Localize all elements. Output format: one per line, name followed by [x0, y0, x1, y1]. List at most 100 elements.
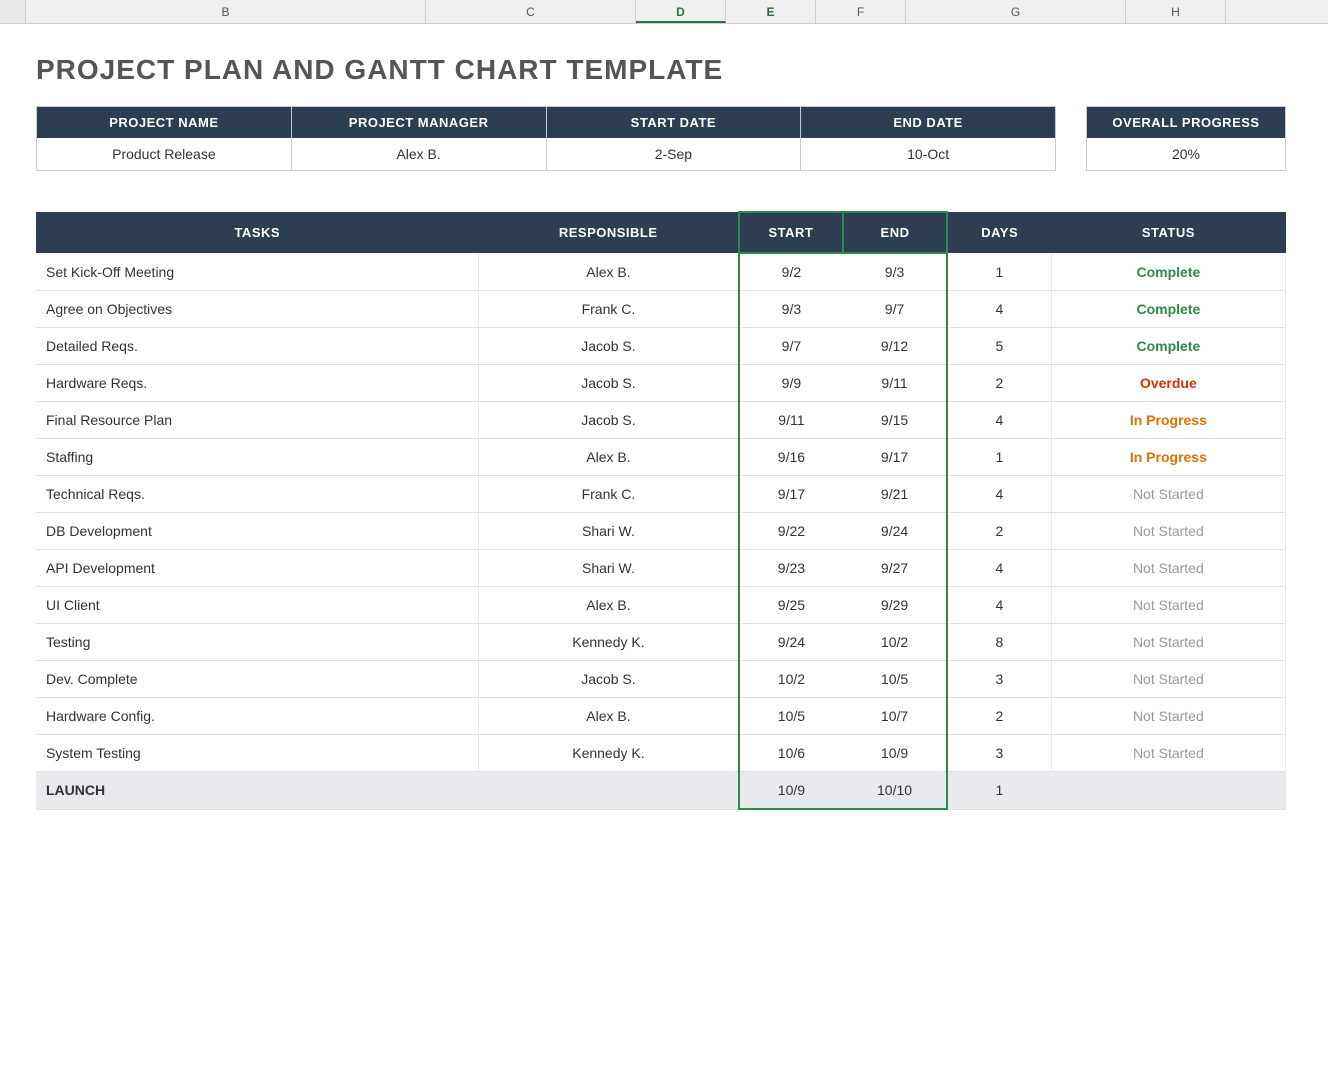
task-responsible: Alex B. — [479, 587, 739, 624]
status-badge: Not Started — [1133, 745, 1204, 761]
status-badge: Not Started — [1133, 560, 1204, 576]
task-status: Not Started — [1051, 735, 1285, 772]
table-row: Hardware Config.Alex B.10/510/72Not Star… — [36, 698, 1286, 735]
th-tasks: TASKS — [36, 212, 479, 253]
task-days: 3 — [947, 661, 1051, 698]
task-status: In Progress — [1051, 402, 1285, 439]
task-status: Overdue — [1051, 365, 1285, 402]
task-start: 9/23 — [739, 550, 843, 587]
task-days: 1 — [947, 439, 1051, 476]
task-start: 9/3 — [739, 291, 843, 328]
status-badge: Complete — [1136, 301, 1200, 317]
task-responsible: Shari W. — [479, 513, 739, 550]
task-start: 9/16 — [739, 439, 843, 476]
th-end: END — [843, 212, 947, 253]
task-end: 9/11 — [843, 365, 947, 402]
task-days: 2 — [947, 365, 1051, 402]
task-status: Not Started — [1051, 624, 1285, 661]
task-responsible — [479, 772, 739, 810]
info-cell-value-1: Alex B. — [292, 138, 546, 170]
task-days: 4 — [947, 550, 1051, 587]
task-status: Not Started — [1051, 513, 1285, 550]
task-end: 9/7 — [843, 291, 947, 328]
col-header-e: E — [726, 0, 816, 23]
progress-value: 20% — [1087, 138, 1285, 170]
info-cell-header-3: END DATE — [801, 107, 1055, 138]
task-status: Not Started — [1051, 587, 1285, 624]
info-cell-value-2: 2-Sep — [547, 138, 801, 170]
table-row: System TestingKennedy K.10/610/93Not Sta… — [36, 735, 1286, 772]
spreadsheet-container: B C D E F G H PROJECT PLAN AND GANTT CHA… — [0, 0, 1328, 1090]
info-cell-header-0: PROJECT NAME — [37, 107, 291, 138]
table-header-row: TASKS RESPONSIBLE START END DAYS STATUS — [36, 212, 1286, 253]
col-header-c: C — [426, 0, 636, 23]
table-row: DB DevelopmentShari W.9/229/242 Not Start… — [36, 513, 1286, 550]
status-badge: Complete — [1136, 338, 1200, 354]
status-badge: Not Started — [1133, 523, 1204, 539]
col-header-b: B — [26, 0, 426, 23]
task-name: Hardware Reqs. — [36, 365, 479, 402]
task-days: 4 — [947, 476, 1051, 513]
task-status: Complete — [1051, 328, 1285, 365]
task-status: Not Started — [1051, 550, 1285, 587]
task-name: DB Development — [36, 513, 479, 550]
status-badge: In Progress — [1130, 449, 1207, 465]
task-end: 10/7 — [843, 698, 947, 735]
th-start: START — [739, 212, 843, 253]
info-cell-3: END DATE 10-Oct — [801, 107, 1055, 170]
table-row: TestingKennedy K.9/2410/28Not Started — [36, 624, 1286, 661]
task-start: 9/22 — [739, 513, 843, 550]
task-start: 9/17 — [739, 476, 843, 513]
task-start: 10/9 — [739, 772, 843, 810]
task-responsible: Kennedy K. — [479, 735, 739, 772]
task-responsible: Jacob S. — [479, 661, 739, 698]
col-header-f: F — [816, 0, 906, 23]
task-end: 9/17 — [843, 439, 947, 476]
status-badge: Not Started — [1133, 671, 1204, 687]
task-end: 10/10 — [843, 772, 947, 810]
content-area: PROJECT PLAN AND GANTT CHART TEMPLATE PR… — [0, 24, 1328, 830]
table-row: Technical Reqs.Frank C.9/179/214Not Star… — [36, 476, 1286, 513]
task-end: 10/5 — [843, 661, 947, 698]
task-end: 9/24 — [843, 513, 947, 550]
table-row: Agree on ObjectivesFrank C.9/39/74Comple… — [36, 291, 1286, 328]
task-status: Not Started — [1051, 476, 1285, 513]
status-badge: Overdue — [1140, 375, 1197, 391]
task-status: Not Started — [1051, 661, 1285, 698]
info-table: PROJECT NAME Product Release PROJECT MAN… — [36, 106, 1286, 171]
th-responsible: RESPONSIBLE — [479, 212, 739, 253]
task-responsible: Jacob S. — [479, 402, 739, 439]
page-title: PROJECT PLAN AND GANTT CHART TEMPLATE — [36, 54, 1318, 86]
task-days: 4 — [947, 402, 1051, 439]
task-status — [1051, 772, 1285, 810]
info-cell-1: PROJECT MANAGER Alex B. — [292, 107, 547, 170]
info-cell-0: PROJECT NAME Product Release — [37, 107, 292, 170]
task-start: 9/9 — [739, 365, 843, 402]
task-end: 9/15 — [843, 402, 947, 439]
task-responsible: Kennedy K. — [479, 624, 739, 661]
table-row: Set Kick-Off MeetingAlex B.9/29/31Comple… — [36, 253, 1286, 291]
status-badge: In Progress — [1130, 412, 1207, 428]
task-days: 2 — [947, 513, 1051, 550]
task-name: Final Resource Plan — [36, 402, 479, 439]
task-name: Set Kick-Off Meeting — [36, 253, 479, 291]
task-end: 9/21 — [843, 476, 947, 513]
status-badge: Not Started — [1133, 708, 1204, 724]
info-table-right: OVERALL PROGRESS 20% — [1086, 106, 1286, 171]
status-badge: Not Started — [1133, 634, 1204, 650]
task-name: API Development — [36, 550, 479, 587]
task-responsible: Jacob S. — [479, 365, 739, 402]
task-days: 3 — [947, 735, 1051, 772]
info-cell-header-2: START DATE — [547, 107, 801, 138]
tasks-table: TASKS RESPONSIBLE START END DAYS STATUS … — [36, 211, 1286, 810]
task-name: UI Client — [36, 587, 479, 624]
task-start: 10/6 — [739, 735, 843, 772]
task-name: Agree on Objectives — [36, 291, 479, 328]
task-start: 9/24 — [739, 624, 843, 661]
task-responsible: Frank C. — [479, 291, 739, 328]
task-days: 4 — [947, 587, 1051, 624]
table-row: Final Resource PlanJacob S.9/119/154In P… — [36, 402, 1286, 439]
th-status: STATUS — [1051, 212, 1285, 253]
task-name: Hardware Config. — [36, 698, 479, 735]
task-name: System Testing — [36, 735, 479, 772]
